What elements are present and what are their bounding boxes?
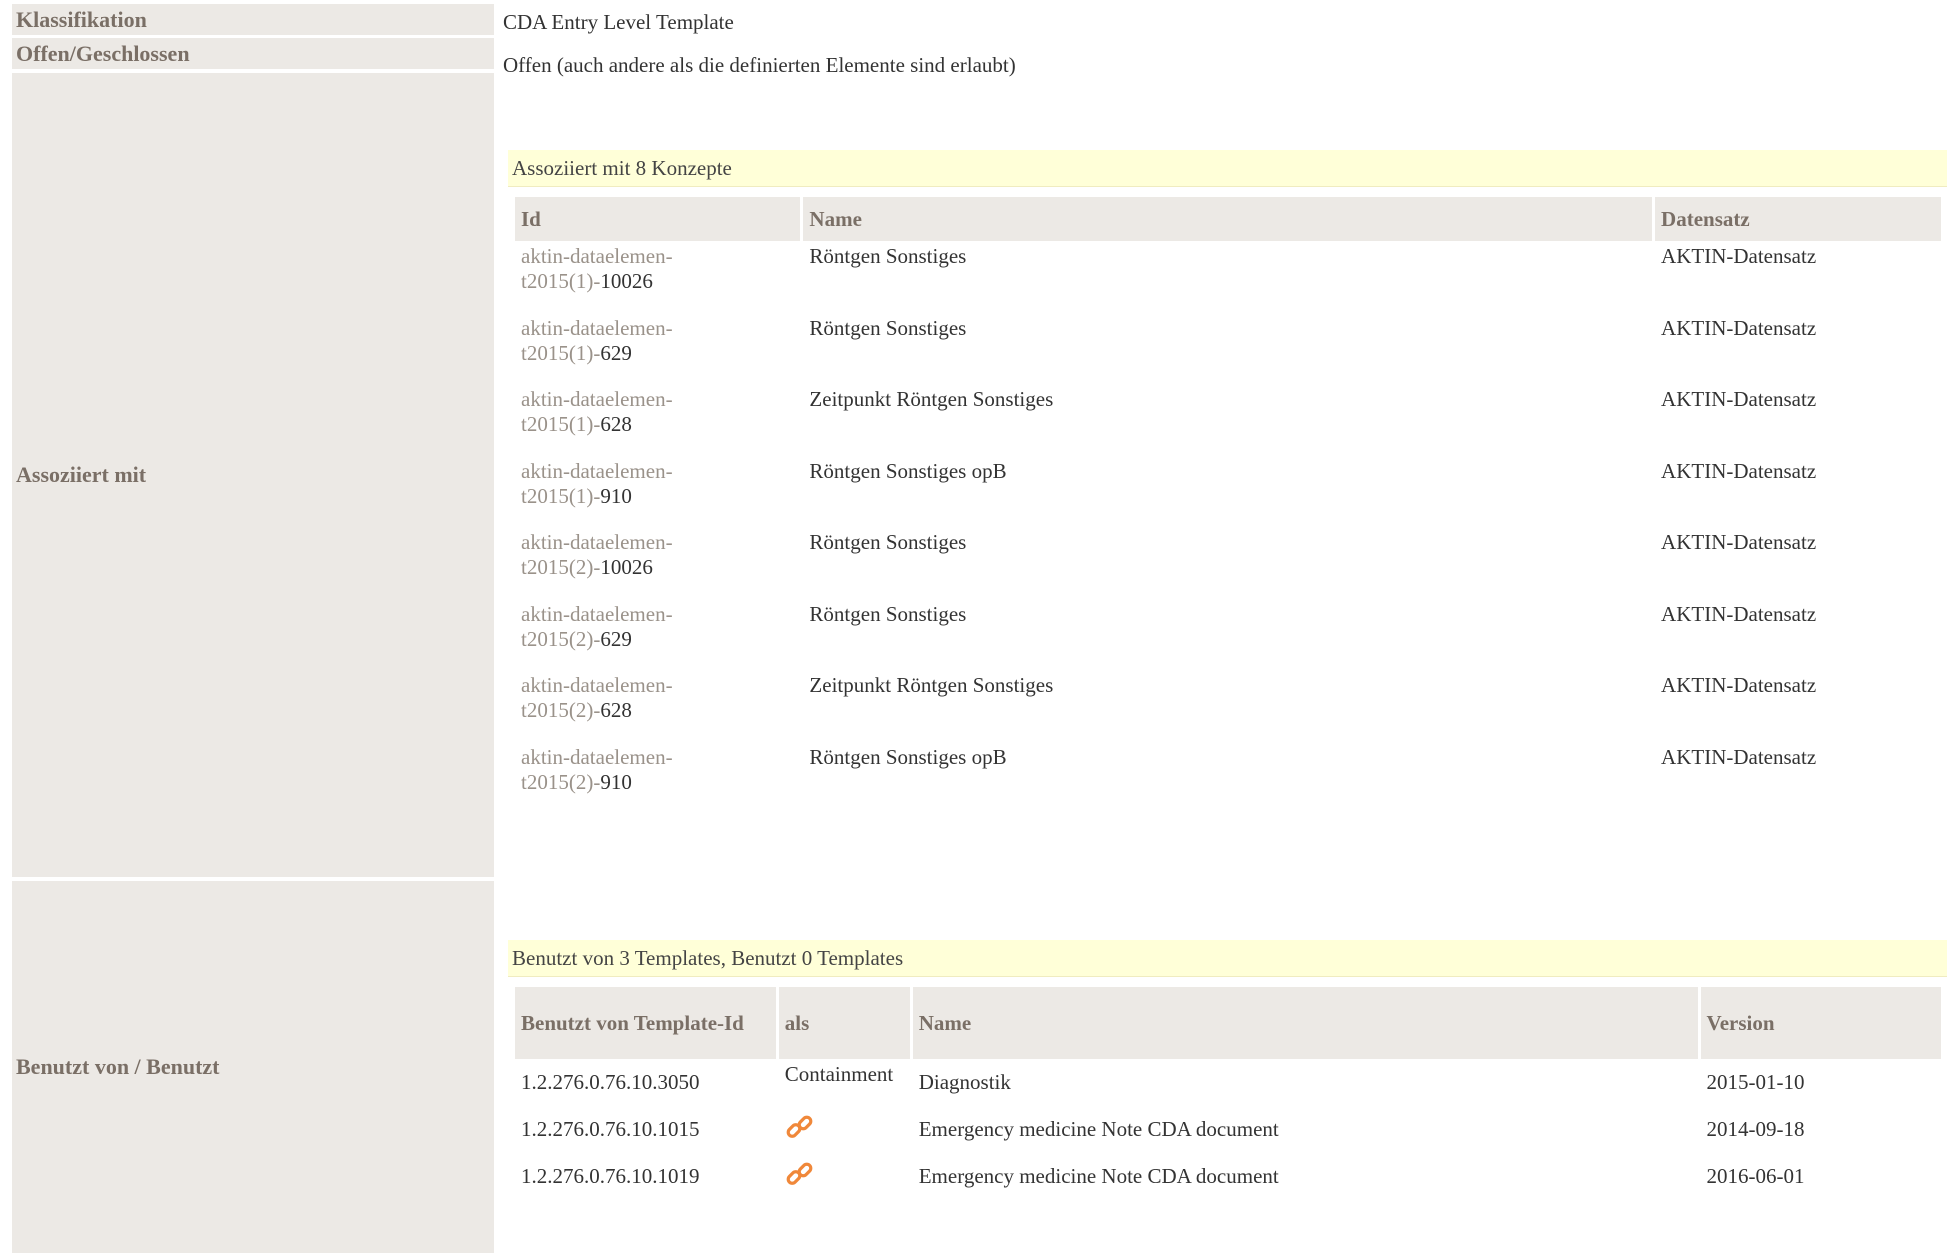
template-version: 2014-09-18	[1706, 1117, 1805, 1141]
template-id[interactable]: 1.2.276.0.76.10.1019	[515, 1153, 776, 1200]
concept-id[interactable]: aktin-dataelemen-t2015(2)-910	[515, 742, 800, 814]
concept-id[interactable]: aktin-dataelemen-t2015(2)-629	[515, 599, 800, 671]
template-as: Containment	[784, 1062, 894, 1086]
concepts-box-title: Assoziiert mit 8 Konzepte	[508, 150, 1947, 187]
template-as	[779, 1153, 910, 1200]
template-row: 1.2.276.0.76.10.1019 Emergency medicine N…	[515, 1153, 1941, 1200]
concept-id-line1: aktin-dataelemen-	[521, 744, 673, 769]
concept-id-line1: aktin-dataelemen-	[521, 601, 673, 626]
template-name[interactable]: Diagnostik	[913, 1059, 1698, 1106]
concept-id-number: 628	[600, 412, 632, 436]
concept-name: Röntgen Sonstiges opB	[809, 458, 1007, 483]
concept-id[interactable]: aktin-dataelemen-t2015(1)-628	[515, 384, 800, 456]
templates-header-name[interactable]: Name	[912, 987, 1698, 1059]
concept-row: aktin-dataelemen-t2015(1)-10026 Röntgen S…	[515, 241, 1941, 313]
template-name[interactable]: Emergency medicine Note CDA document	[913, 1106, 1698, 1153]
concept-id-line1: aktin-dataelemen-	[521, 315, 673, 340]
open-closed-value: Offen (auch andere als die definierten E…	[503, 53, 1016, 77]
concept-id-line1: aktin-dataelemen-	[521, 244, 673, 268]
templates-header-id[interactable]: Benutzt von Template-Id	[515, 987, 776, 1059]
concept-id-number: 628	[600, 698, 632, 722]
concept-name: Röntgen Sonstiges opB	[809, 744, 1007, 769]
concept-row: aktin-dataelemen-t2015(1)-629 Röntgen Son…	[515, 313, 1941, 385]
concept-id[interactable]: aktin-dataelemen-t2015(2)-628	[515, 670, 800, 742]
row-label-used-by: Benutzt von / Benutzt	[12, 881, 494, 1253]
concept-id-prefix: t2015(2)-	[521, 555, 601, 579]
concept-dataset: AKTIN-Datensatz	[1661, 458, 1817, 483]
row-label-classification: Klassifikation	[12, 4, 494, 35]
concept-row: aktin-dataelemen-t2015(2)-628 Zeitpunkt R…	[515, 670, 1941, 742]
template-name[interactable]: Emergency medicine Note CDA document	[913, 1153, 1698, 1200]
concept-id-prefix: t2015(2)-	[521, 698, 601, 722]
concept-id[interactable]: aktin-dataelemen-t2015(1)-910	[515, 456, 800, 528]
concept-row: aktin-dataelemen-t2015(2)-629 Röntgen Son…	[515, 599, 1941, 671]
concept-name: Zeitpunkt Röntgen Sonstiges	[809, 673, 1054, 697]
concepts-table: Id Name Datensatz aktin-dataelemen-t2015…	[512, 197, 1944, 813]
concept-dataset: AKTIN-Datensatz	[1661, 530, 1817, 554]
concept-id-line1: aktin-dataelemen-	[521, 673, 673, 697]
template-row: 1.2.276.0.76.10.3050 Containment Diagnosti…	[515, 1059, 1941, 1106]
template-row: 1.2.276.0.76.10.1015 Emergency medicine N…	[515, 1106, 1941, 1153]
concepts-header-id[interactable]: Id	[515, 197, 801, 241]
concept-id-line1: aktin-dataelemen-	[521, 458, 673, 483]
template-id[interactable]: 1.2.276.0.76.10.3050	[515, 1059, 776, 1106]
concept-name: Zeitpunkt Röntgen Sonstiges	[809, 387, 1054, 411]
row-label-associated: Assoziiert mit	[12, 73, 494, 877]
concept-id-prefix: t2015(1)-	[521, 340, 601, 365]
concept-dataset: AKTIN-Datensatz	[1661, 601, 1817, 626]
template-version: 2016-06-01	[1706, 1164, 1805, 1188]
link-icon[interactable]	[785, 1112, 815, 1142]
row-label-open-closed: Offen/Geschlossen	[12, 38, 494, 69]
concept-id-line1: aktin-dataelemen-	[521, 387, 673, 411]
concept-row: aktin-dataelemen-t2015(2)-10026 Röntgen S…	[515, 527, 1941, 599]
classification-value: CDA Entry Level Template	[503, 10, 734, 34]
link-icon[interactable]	[785, 1159, 815, 1189]
concept-dataset: AKTIN-Datensatz	[1661, 315, 1817, 340]
concept-id-prefix: t2015(1)-	[521, 483, 601, 508]
templates-table: Benutzt von Template-Id als Name Version…	[512, 987, 1944, 1200]
templates-header-version[interactable]: Version	[1700, 987, 1941, 1059]
concepts-header-dataset[interactable]: Datensatz	[1655, 197, 1941, 241]
concept-name: Röntgen Sonstiges	[809, 244, 967, 268]
concept-row: aktin-dataelemen-t2015(2)-910 Röntgen Son…	[515, 742, 1941, 814]
concept-id-prefix: t2015(2)-	[521, 626, 601, 651]
concept-id-number: 910	[600, 483, 632, 508]
concept-id-prefix: t2015(1)-	[521, 269, 601, 293]
templates-box-title: Benutzt von 3 Templates, Benutzt 0 Templ…	[508, 940, 1947, 977]
concept-dataset: AKTIN-Datensatz	[1661, 387, 1817, 411]
concept-row: aktin-dataelemen-t2015(1)-628 Zeitpunkt R…	[515, 384, 1941, 456]
concept-id-number: 629	[600, 626, 632, 651]
concept-id-number: 10026	[600, 555, 653, 579]
concept-id-number: 629	[600, 340, 632, 365]
concept-name: Röntgen Sonstiges	[809, 530, 967, 554]
concept-id[interactable]: aktin-dataelemen-t2015(1)-629	[515, 313, 800, 385]
template-version: 2015-01-10	[1706, 1070, 1805, 1094]
concept-row: aktin-dataelemen-t2015(1)-910 Röntgen Son…	[515, 456, 1941, 528]
concept-name: Röntgen Sonstiges	[809, 601, 967, 626]
concept-name: Röntgen Sonstiges	[809, 315, 967, 340]
concept-id-prefix: t2015(1)-	[521, 412, 601, 436]
concept-id-prefix: t2015(2)-	[521, 769, 601, 794]
concept-dataset: AKTIN-Datensatz	[1661, 244, 1817, 268]
concepts-header-name[interactable]: Name	[803, 197, 1653, 241]
template-id[interactable]: 1.2.276.0.76.10.1015	[515, 1106, 776, 1153]
concept-dataset: AKTIN-Datensatz	[1661, 673, 1817, 697]
templates-header-as[interactable]: als	[778, 987, 910, 1059]
concept-id[interactable]: aktin-dataelemen-t2015(1)-10026	[515, 241, 800, 313]
template-as	[779, 1106, 910, 1153]
concept-id-number: 910	[600, 769, 632, 794]
concept-dataset: AKTIN-Datensatz	[1661, 744, 1817, 769]
concept-id-line1: aktin-dataelemen-	[521, 530, 673, 554]
concept-id[interactable]: aktin-dataelemen-t2015(2)-10026	[515, 527, 800, 599]
concept-id-number: 10026	[600, 269, 653, 293]
